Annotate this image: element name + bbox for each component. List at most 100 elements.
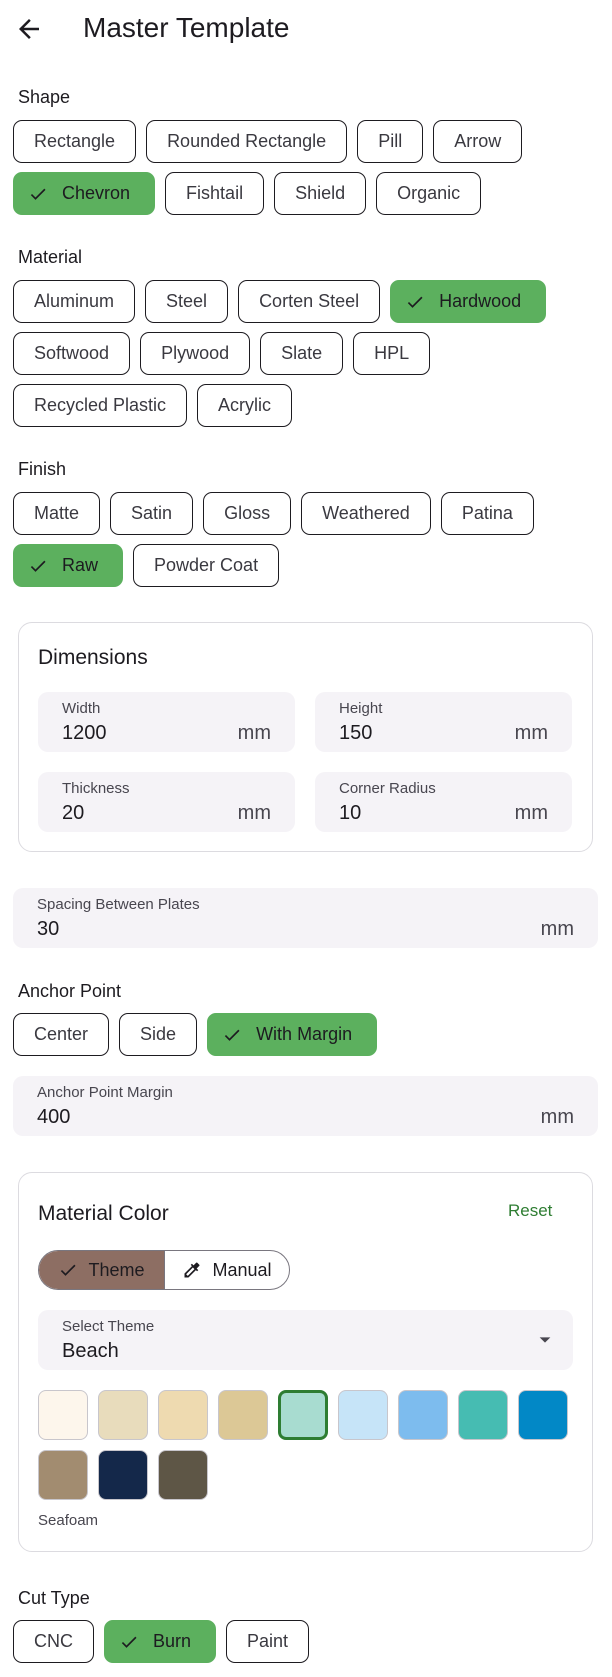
- height-value: 150: [339, 722, 373, 744]
- anchor-chips-row: Center Side With Margin: [13, 1013, 378, 1056]
- width-label: Width: [62, 700, 101, 717]
- thickness-field[interactable]: Thickness 20 mm: [38, 772, 295, 832]
- check-icon: [61, 1264, 76, 1276]
- corner-radius-label: Corner Radius: [339, 780, 436, 797]
- dimensions-title: Dimensions: [38, 646, 148, 669]
- anchor-chip-selected[interactable]: With Margin: [207, 1013, 378, 1056]
- anchor-chip[interactable]: Side: [119, 1013, 198, 1056]
- check-icon: [224, 1029, 240, 1041]
- color-swatch[interactable]: [338, 1390, 388, 1440]
- reset-button[interactable]: Reset: [508, 1201, 552, 1221]
- height-field[interactable]: Height 150 mm: [315, 692, 572, 752]
- color-swatch[interactable]: [98, 1450, 148, 1500]
- theme-mode-button[interactable]: Theme: [39, 1251, 164, 1289]
- cut-type-chips-row: CNC Burn Paint: [13, 1620, 310, 1663]
- shape-chip[interactable]: Organic: [376, 172, 482, 215]
- shape-chip[interactable]: Pill: [357, 120, 424, 163]
- material-chip[interactable]: Acrylic: [197, 384, 293, 427]
- finish-chip[interactable]: Matte: [13, 492, 101, 535]
- corner-radius-unit: mm: [514, 802, 548, 824]
- color-swatch[interactable]: [158, 1450, 208, 1500]
- material-chip[interactable]: Corten Steel: [238, 280, 381, 323]
- check-icon: [30, 560, 46, 572]
- spacing-value: 30: [37, 918, 60, 940]
- corner-radius-field[interactable]: Corner Radius 10 mm: [315, 772, 572, 832]
- shape-chip[interactable]: Rounded Rectangle: [146, 120, 348, 163]
- finish-chip[interactable]: Gloss: [203, 492, 292, 535]
- material-chips-row-3: Recycled Plastic Acrylic: [13, 384, 293, 427]
- height-unit: mm: [514, 722, 548, 744]
- finish-chip[interactable]: Patina: [440, 492, 534, 535]
- corner-radius-value: 10: [339, 802, 362, 824]
- color-swatch[interactable]: [98, 1390, 148, 1440]
- color-swatch[interactable]: [158, 1390, 208, 1440]
- material-chip[interactable]: Steel: [145, 280, 229, 323]
- width-field[interactable]: Width 1200 mm: [38, 692, 295, 752]
- anchor-margin-unit: mm: [540, 1106, 574, 1128]
- color-swatch[interactable]: [218, 1390, 268, 1440]
- width-unit: mm: [237, 722, 271, 744]
- finish-chip-selected[interactable]: Raw: [13, 544, 124, 587]
- select-theme-value: Beach: [62, 1340, 119, 1362]
- anchor-margin-label: Anchor Point Margin: [37, 1084, 173, 1101]
- eyedropper-icon: [184, 1262, 200, 1278]
- cut-type-section-label: Cut Type: [18, 1588, 90, 1608]
- anchor-section-label: Anchor Point: [18, 981, 122, 1001]
- material-color-title: Material Color: [38, 1202, 169, 1225]
- color-swatch[interactable]: [278, 1390, 328, 1440]
- thickness-unit: mm: [237, 802, 271, 824]
- material-chip[interactable]: Aluminum: [13, 280, 136, 323]
- shape-chip-selected[interactable]: Chevron: [13, 172, 156, 215]
- cut-type-chip[interactable]: Paint: [226, 1620, 310, 1663]
- spacing-label: Spacing Between Plates: [37, 896, 200, 913]
- check-icon: [30, 188, 46, 200]
- shape-section-label: Shape: [18, 87, 71, 107]
- thickness-label: Thickness: [62, 780, 130, 797]
- finish-chip[interactable]: Satin: [110, 492, 194, 535]
- anchor-chip[interactable]: Center: [13, 1013, 110, 1056]
- finish-chips-row-1: Matte Satin Gloss Weathered Patina: [13, 492, 534, 535]
- shape-chip[interactable]: Fishtail: [165, 172, 265, 215]
- finish-section-label: Finish: [18, 459, 67, 479]
- material-chip[interactable]: Plywood: [140, 332, 251, 375]
- spacing-field[interactable]: Spacing Between Plates 30 mm: [13, 888, 598, 948]
- material-chips-row-2: Softwood Plywood Slate HPL: [13, 332, 431, 375]
- thickness-value: 20: [62, 802, 85, 824]
- color-swatch[interactable]: [38, 1450, 88, 1500]
- manual-mode-button[interactable]: Manual: [164, 1251, 289, 1289]
- color-swatch[interactable]: [38, 1390, 88, 1440]
- cut-type-chip[interactable]: CNC: [13, 1620, 94, 1663]
- material-section-label: Material: [18, 247, 83, 267]
- material-chip[interactable]: HPL: [353, 332, 431, 375]
- cut-type-chip-selected[interactable]: Burn: [104, 1620, 217, 1663]
- color-mode-toggle: Theme Manual: [38, 1250, 290, 1290]
- shape-chip[interactable]: Rectangle: [13, 120, 137, 163]
- width-value: 1200: [62, 722, 107, 744]
- color-swatch[interactable]: [518, 1390, 568, 1440]
- select-theme-label: Select Theme: [62, 1318, 155, 1335]
- shape-chip[interactable]: Shield: [274, 172, 367, 215]
- finish-chips-row-2: Raw Powder Coat: [13, 544, 280, 587]
- finish-chip[interactable]: Powder Coat: [133, 544, 280, 587]
- color-swatch[interactable]: [398, 1390, 448, 1440]
- back-arrow-icon[interactable]: [14, 14, 44, 44]
- finish-chip[interactable]: Weathered: [301, 492, 431, 535]
- swatch-row-2: [38, 1450, 208, 1500]
- material-chip[interactable]: Slate: [260, 332, 344, 375]
- anchor-margin-value: 400: [37, 1106, 71, 1128]
- height-label: Height: [339, 700, 383, 717]
- material-chip[interactable]: Recycled Plastic: [13, 384, 188, 427]
- anchor-margin-field[interactable]: Anchor Point Margin 400 mm: [13, 1076, 598, 1136]
- check-icon: [121, 1636, 137, 1648]
- dropdown-arrow-icon: [539, 1337, 551, 1343]
- shape-chips-row-1: Rectangle Rounded Rectangle Pill Arrow: [13, 120, 523, 163]
- select-theme-dropdown[interactable]: Select Theme Beach: [38, 1310, 573, 1370]
- shape-chip[interactable]: Arrow: [433, 120, 523, 163]
- color-swatch[interactable]: [458, 1390, 508, 1440]
- spacing-unit: mm: [540, 918, 574, 940]
- material-chip[interactable]: Softwood: [13, 332, 131, 375]
- check-icon: [407, 296, 423, 308]
- page-title: Master Template: [83, 12, 290, 43]
- material-chip-selected[interactable]: Hardwood: [390, 280, 547, 323]
- shape-chips-row-2: Chevron Fishtail Shield Organic: [13, 172, 482, 215]
